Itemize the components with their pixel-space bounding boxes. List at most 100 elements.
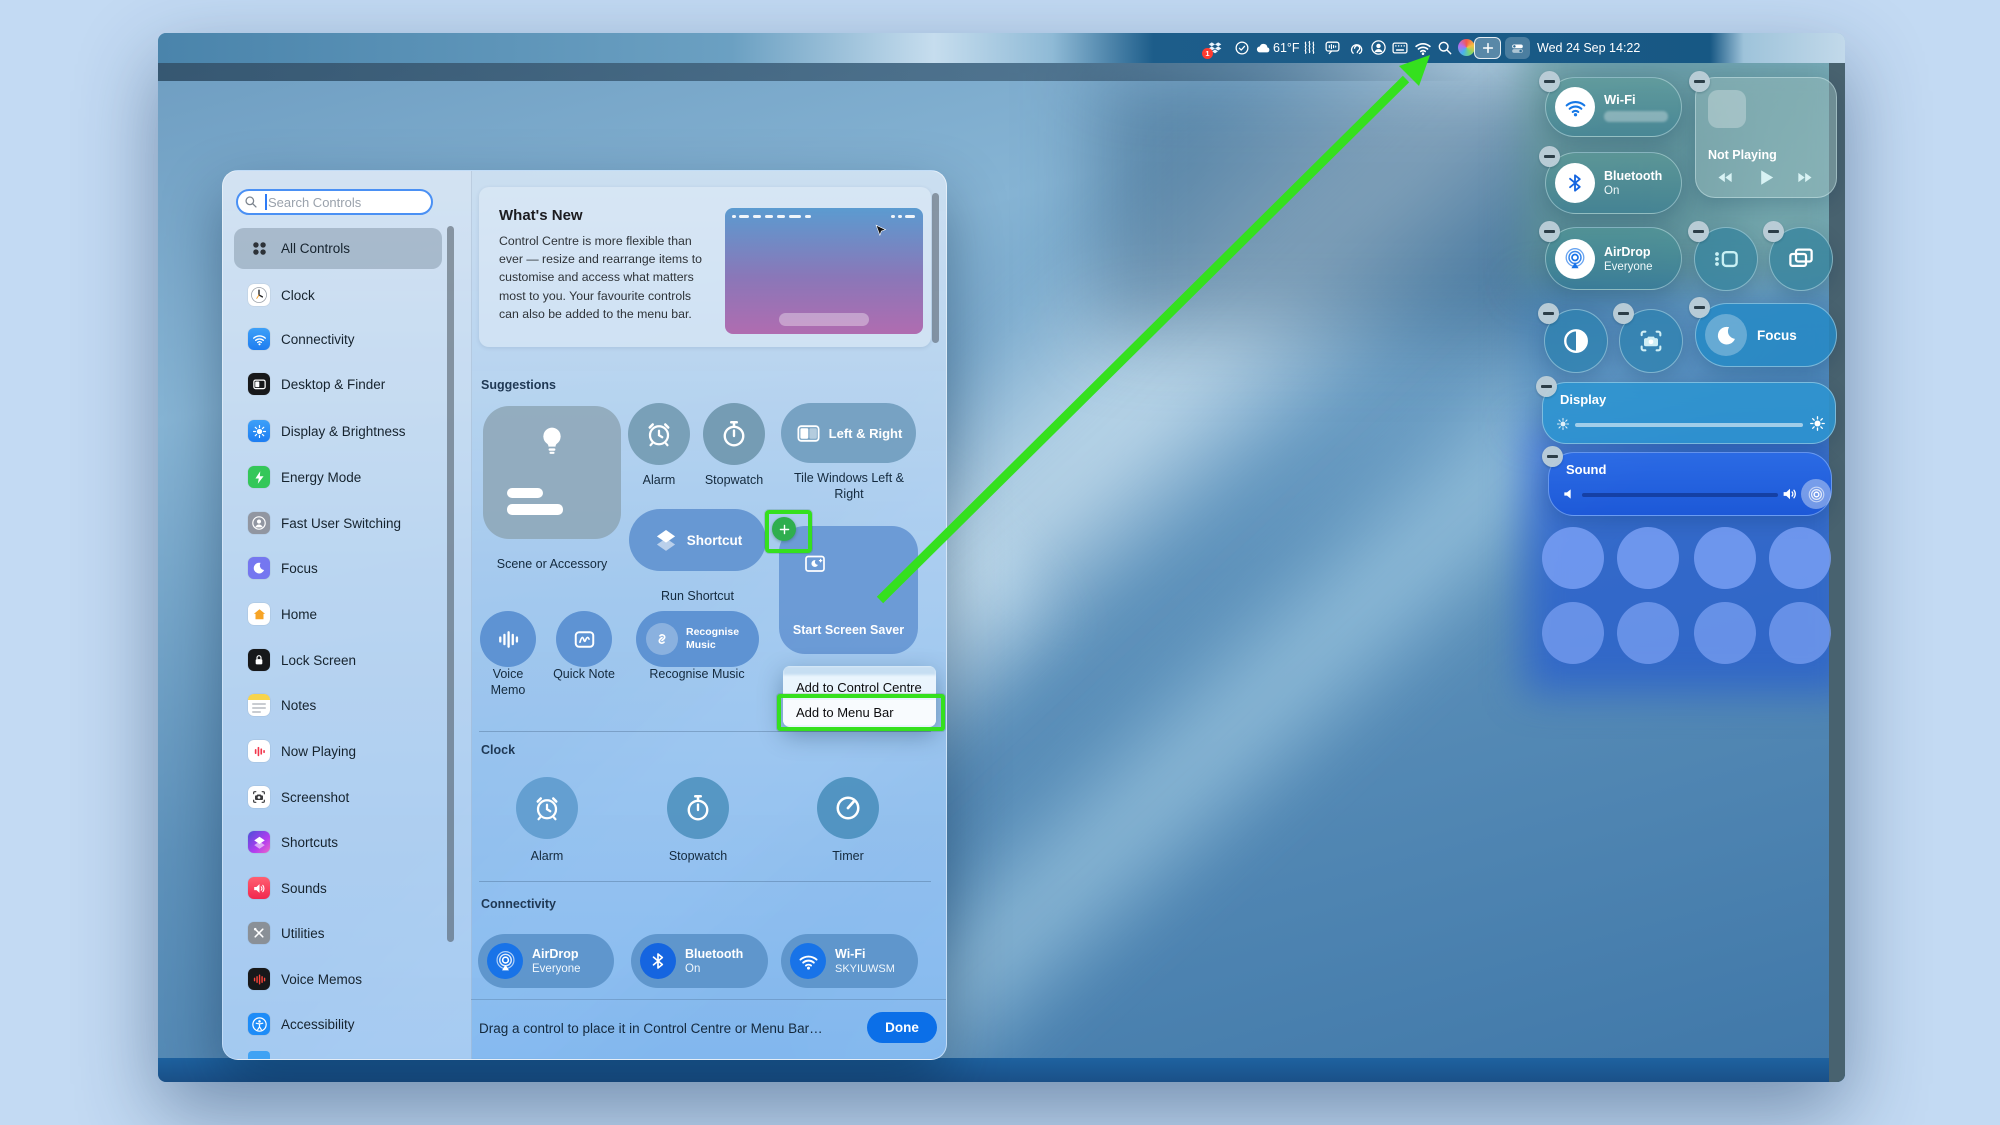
spotlight-search-icon[interactable] (1437, 40, 1453, 56)
bluetooth-icon (1555, 163, 1595, 203)
play-icon[interactable] (1754, 166, 1777, 189)
sidebar-item-home[interactable]: Home (234, 594, 442, 634)
sidebar-item-display-brightness[interactable]: Display & Brightness (234, 411, 442, 451)
empty-slot[interactable] (1769, 527, 1831, 589)
empty-slot[interactable] (1617, 527, 1679, 589)
sidebar-scrollbar[interactable] (447, 226, 454, 942)
sidebar-item-accessibility[interactable]: Accessibility (234, 1004, 442, 1044)
rewind-icon[interactable] (1715, 169, 1735, 186)
tile-recognise-music[interactable]: Recognise Music (636, 611, 759, 667)
control-centre-icon[interactable] (1505, 37, 1530, 59)
divider (479, 731, 931, 732)
remove-badge[interactable] (1539, 71, 1560, 92)
divider (479, 881, 931, 882)
tile-airdrop[interactable]: AirDrop Everyone (478, 934, 614, 988)
sound-output-button[interactable] (1801, 479, 1831, 509)
tile-label: Stopwatch (653, 849, 743, 865)
sidebar-item-focus[interactable]: Focus (234, 548, 442, 588)
tile-label: Recognise Music (627, 667, 767, 683)
tile-scene-or-accessory[interactable] (483, 406, 621, 539)
cc-airdrop-tile[interactable]: AirDrop Everyone (1545, 227, 1682, 290)
remove-badge[interactable] (1688, 221, 1709, 242)
wifi-menu-icon[interactable] (1414, 39, 1432, 57)
checkmark-circle-icon[interactable] (1234, 40, 1250, 56)
remove-badge[interactable] (1539, 146, 1560, 167)
tile-alarm-suggested[interactable] (628, 403, 690, 465)
tile-wifi[interactable]: Wi-Fi SKYIUWSM (781, 934, 918, 988)
remove-badge[interactable] (1536, 376, 1557, 397)
empty-slot[interactable] (1694, 527, 1756, 589)
tile-inner-label: Start Screen Saver (779, 623, 918, 637)
tile-voice-memo[interactable] (480, 611, 536, 667)
cc-now-playing-tile[interactable]: Not Playing (1695, 77, 1837, 198)
whats-new-card: What's New Control Centre is more flexib… (479, 187, 931, 347)
cc-display-tile[interactable]: Display (1542, 382, 1836, 444)
sidebar-item-connectivity[interactable]: Connectivity (234, 319, 442, 359)
tile-clock-alarm[interactable] (516, 777, 578, 839)
sidebar-item-fast-user-switching[interactable]: Fast User Switching (234, 503, 442, 543)
done-button[interactable]: Done (867, 1012, 937, 1043)
remove-badge[interactable] (1538, 303, 1559, 324)
menu-ghost-strip (783, 666, 936, 675)
sidebar-item-all-controls[interactable]: All Controls (234, 228, 442, 269)
sidebar-item-utilities[interactable]: Utilities (234, 913, 442, 953)
empty-slot[interactable] (1542, 602, 1604, 664)
main-scrollbar[interactable] (932, 193, 939, 343)
sidebar-item-now-playing[interactable]: Now Playing (234, 731, 442, 771)
hearing-icon[interactable] (1348, 39, 1365, 56)
tile-run-shortcut[interactable]: Shortcut (629, 509, 766, 571)
weather-temperature[interactable]: 61°F (1273, 41, 1300, 55)
cc-wifi-tile[interactable]: Wi-Fi (1545, 77, 1682, 137)
sidebar-item-clock[interactable]: Clock (234, 275, 442, 315)
dropbox-icon[interactable]: 1 (1207, 40, 1223, 56)
tile-tile-windows[interactable]: Left & Right (781, 403, 916, 463)
tile-label: Stopwatch (673, 473, 795, 489)
empty-slot[interactable] (1617, 602, 1679, 664)
speech-bubble-icon[interactable] (1324, 39, 1341, 56)
color-orb-icon[interactable] (1458, 39, 1475, 56)
user-switch-icon[interactable] (1370, 39, 1387, 56)
sidebar-item-sounds[interactable]: Sounds (234, 868, 442, 908)
empty-slot[interactable] (1694, 602, 1756, 664)
empty-slot[interactable] (1769, 602, 1831, 664)
shortcuts-glyph-icon (653, 527, 679, 553)
sidebar-item-shortcuts[interactable]: Shortcuts (234, 822, 442, 862)
cc-sound-tile[interactable]: Sound (1548, 452, 1832, 516)
whats-new-title: What's New (499, 207, 583, 224)
tile-clock-stopwatch[interactable] (667, 777, 729, 839)
cc-bluetooth-tile[interactable]: Bluetooth On (1545, 152, 1682, 214)
sidebar-item-lock-screen[interactable]: Lock Screen (234, 640, 442, 680)
cc-display-label: Display (1560, 392, 1606, 407)
sound-volume-slider[interactable] (1582, 493, 1778, 497)
remove-badge[interactable] (1689, 71, 1710, 92)
menu-bar-add-drop-target[interactable] (1474, 37, 1501, 59)
input-source-icon[interactable] (1391, 39, 1409, 57)
sound-waves-icon[interactable] (1301, 39, 1318, 56)
sidebar-item-energy-mode[interactable]: Energy Mode (234, 457, 442, 497)
cc-focus-tile[interactable]: Focus (1695, 303, 1837, 367)
thumbnail-dock (779, 313, 869, 326)
cc-airdrop-label: AirDrop (1604, 245, 1653, 259)
remove-badge[interactable] (1689, 297, 1710, 318)
tile-stopwatch-suggested[interactable] (703, 403, 765, 465)
fast-forward-icon[interactable] (1795, 169, 1815, 186)
display-brightness-slider[interactable] (1575, 423, 1803, 427)
volume-high-icon (1781, 485, 1799, 503)
sidebar-item-voice-memos[interactable]: Voice Memos (234, 959, 442, 999)
remove-badge[interactable] (1613, 303, 1634, 324)
sidebar-item-desktop-finder[interactable]: Desktop & Finder (234, 364, 442, 404)
sidebar-item-notes[interactable]: Notes (234, 685, 442, 725)
remove-badge[interactable] (1539, 221, 1560, 242)
menu-bar-clock[interactable]: Wed 24 Sep 14:22 (1537, 41, 1640, 55)
clock-app-icon (248, 284, 270, 306)
tile-quick-note[interactable] (556, 611, 612, 667)
remove-badge[interactable] (1542, 446, 1563, 467)
weather-cloud-icon[interactable] (1255, 40, 1272, 57)
tile-clock-timer[interactable] (817, 777, 879, 839)
empty-slot[interactable] (1542, 527, 1604, 589)
connectivity-icon (248, 328, 270, 350)
remove-badge[interactable] (1763, 221, 1784, 242)
tile-bluetooth[interactable]: Bluetooth On (631, 934, 768, 988)
stage: 1 61°F Wed 24 Sep 14:22 Wi-Fi (0, 0, 2000, 1125)
sidebar-item-screenshot[interactable]: Screenshot (234, 777, 442, 817)
